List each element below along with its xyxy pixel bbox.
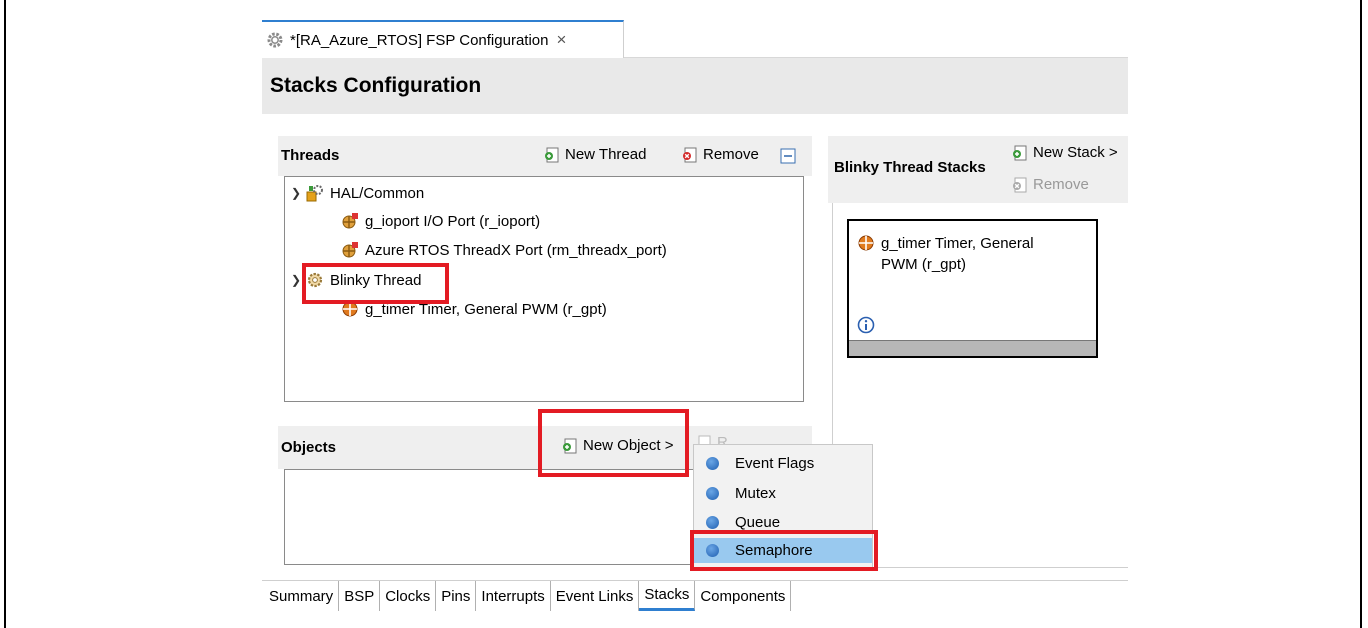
highlight-semaphore — [690, 530, 878, 571]
tab-components[interactable]: Components — [695, 581, 792, 611]
tab-bsp[interactable]: BSP — [339, 581, 381, 611]
tab-interrupts[interactable]: Interrupts — [476, 581, 551, 611]
tab-summary[interactable]: Summary — [262, 581, 340, 611]
object-icon — [706, 457, 719, 470]
highlight-blinky-thread — [302, 263, 449, 304]
tab-event-links[interactable]: Event Links — [551, 581, 640, 611]
tree-item-threadx-port[interactable]: Azure RTOS ThreadX Port (rm_threadx_port… — [341, 241, 667, 259]
tab-clocks[interactable]: Clocks — [380, 581, 437, 611]
stacks-panel-header: Blinky Thread Stacks New Stack > Remove — [828, 136, 1128, 203]
menu-item-event-flags[interactable]: Event Flags — [694, 451, 872, 476]
info-icon[interactable] — [857, 316, 875, 334]
menu-item-mutex[interactable]: Mutex — [694, 481, 872, 506]
object-icon — [706, 487, 719, 500]
highlight-new-object — [538, 409, 689, 477]
object-icon — [706, 516, 719, 529]
remove-icon — [683, 147, 697, 162]
new-stack-label: New Stack > — [1033, 144, 1118, 161]
tree-item-label: Azure RTOS ThreadX Port (rm_threadx_port… — [365, 241, 667, 259]
stack-box-footer — [849, 340, 1096, 356]
component-icon — [342, 242, 358, 258]
remove-icon — [1013, 177, 1027, 192]
tree-item-g-ioport[interactable]: g_ioport I/O Port (r_ioport) — [341, 212, 540, 230]
remove-stack-button: Remove — [1012, 176, 1089, 193]
new-thread-button[interactable]: New Thread — [544, 146, 646, 163]
new-stack-button[interactable]: New Stack > — [1012, 144, 1118, 161]
editor-tab-title: *[RA_Azure_RTOS] FSP Configuration — [290, 31, 549, 49]
menu-item-label: Event Flags — [735, 455, 815, 472]
hal-common-icon — [306, 185, 323, 202]
chevron-down-icon[interactable]: ❯ — [291, 186, 303, 200]
threads-panel-header: Threads New Thread Remove — [278, 136, 812, 176]
collapse-all-icon[interactable] — [780, 148, 796, 164]
page-title: Stacks Configuration — [262, 58, 1128, 114]
new-thread-icon — [545, 147, 559, 162]
threads-title: Threads — [281, 147, 340, 164]
editor-tab-bar: *[RA_Azure_RTOS] FSP Configuration × — [262, 20, 1128, 58]
editor-tab[interactable]: *[RA_Azure_RTOS] FSP Configuration × — [262, 20, 624, 58]
new-thread-label: New Thread — [565, 146, 647, 163]
menu-item-label: Queue — [735, 514, 781, 531]
stack-module-box[interactable]: g_timer Timer, General PWM (r_gpt) — [847, 219, 1098, 358]
stacks-title: Blinky Thread Stacks — [834, 159, 986, 176]
tree-item-label: HAL/Common — [330, 184, 425, 202]
module-icon — [858, 235, 874, 251]
stack-module-line2: PWM (r_gpt) — [881, 256, 967, 273]
gear-icon — [267, 32, 283, 48]
stack-module-line1: g_timer Timer, General — [881, 235, 1034, 252]
tree-item-hal-common[interactable]: ❯ HAL/Common — [291, 184, 424, 202]
configuration-tabs: Summary BSP Clocks Pins Interrupts Event… — [262, 580, 1128, 611]
tab-stacks[interactable]: Stacks — [639, 581, 696, 611]
menu-item-label: Mutex — [735, 485, 776, 502]
tree-item-label: g_ioport I/O Port (r_ioport) — [365, 212, 541, 230]
tab-pins[interactable]: Pins — [436, 581, 477, 611]
remove-thread-button[interactable]: Remove — [682, 146, 759, 163]
remove-stack-label: Remove — [1033, 176, 1089, 193]
remove-thread-label: Remove — [703, 146, 759, 163]
objects-title: Objects — [281, 439, 337, 456]
component-icon — [342, 213, 358, 229]
new-stack-icon — [1013, 145, 1027, 160]
close-icon[interactable]: × — [556, 30, 566, 50]
